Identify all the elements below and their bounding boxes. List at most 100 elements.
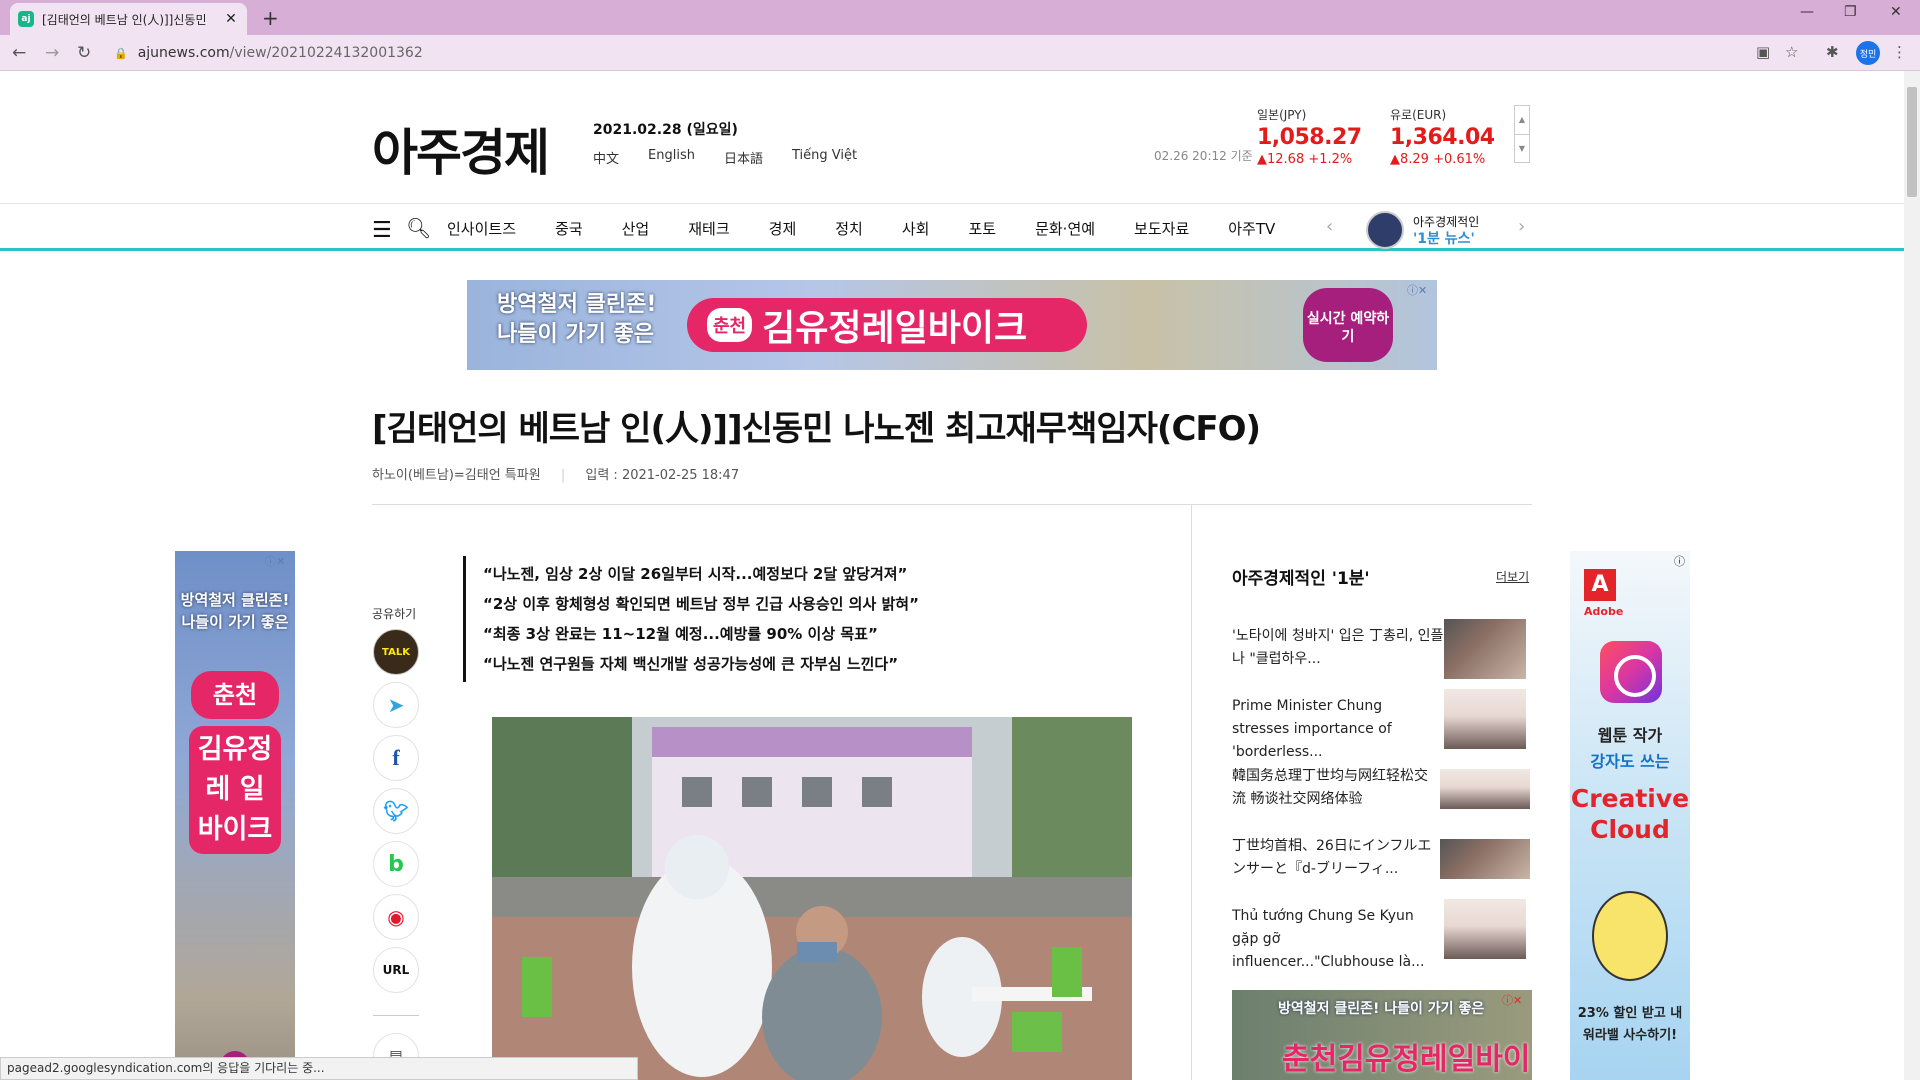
new-tab-icon[interactable]: + xyxy=(262,6,279,30)
facebook-share-icon[interactable]: f xyxy=(373,735,419,781)
sidebar-item[interactable]: Prime Minister Chung stresses importance… xyxy=(1232,695,1432,764)
menu-item-industry[interactable]: 산업 xyxy=(622,218,650,239)
language-links: 中文 English 日本語 Tiếng Việt xyxy=(593,148,857,167)
ad-line2: 나들이 가기 좋은 xyxy=(181,613,289,631)
ad-brand-small: 춘천 xyxy=(191,671,279,719)
browser-tab[interactable]: aj [김태언의 베트남 인(人)]]신동민 ✕ xyxy=(10,3,247,35)
reload-icon[interactable]: ↻ xyxy=(77,43,91,63)
close-tab-icon[interactable]: ✕ xyxy=(223,11,239,27)
fx-jpy: 일본(JPY) 1,058.27 ▲12.68 +1.2% xyxy=(1257,106,1362,167)
ad-brand: Adobe xyxy=(1584,605,1624,618)
sidebar-item-thumbnail[interactable] xyxy=(1440,839,1530,879)
menu-item-finance[interactable]: 재테크 xyxy=(688,218,729,239)
sidebar-item[interactable]: 韓国务总理丁世均与网红轻松交流 畅谈社交网络体验 xyxy=(1232,765,1432,811)
ad-copy: 웹툰 작가 강자도 쓰는 xyxy=(1570,723,1690,775)
ad-line2: 강자도 쓰는 xyxy=(1590,752,1670,771)
lang-link-japanese[interactable]: 日本語 xyxy=(724,148,763,167)
hamburger-menu-icon[interactable]: ☰ xyxy=(372,218,392,243)
sidebar-item-thumbnail[interactable] xyxy=(1444,619,1526,679)
vertical-scrollbar[interactable] xyxy=(1904,71,1920,1080)
sidebar-item[interactable]: 丁世均首相、26日にインフルエンサーと『d-ブリーフィ... xyxy=(1232,835,1432,881)
lang-link-english[interactable]: English xyxy=(648,148,695,167)
lang-link-chinese[interactable]: 中文 xyxy=(593,148,619,167)
profile-avatar[interactable]: 정민 xyxy=(1856,41,1880,65)
lang-link-vietnamese[interactable]: Tiếng Việt xyxy=(792,148,857,167)
menu-item-photo[interactable]: 포토 xyxy=(968,218,996,239)
creative-cloud-icon xyxy=(1600,641,1662,703)
author: 하노이(베트남)=김태언 특파원 xyxy=(372,468,541,483)
ajunews-favicon-icon: aj xyxy=(18,11,34,27)
search-icon[interactable]: 🔍︎ xyxy=(406,216,431,240)
url-copy-button[interactable]: URL xyxy=(373,947,419,993)
summary-line: “나노젠, 임상 2상 이달 26일부터 시작...예정보다 2달 앞당겨져” xyxy=(483,565,908,583)
telegram-share-icon[interactable]: ➤ xyxy=(373,682,419,728)
ad-choices-icon[interactable]: ⓘ✕ xyxy=(1407,282,1427,298)
ad-cta-button[interactable]: 실시간 예약하기 xyxy=(1303,288,1393,362)
fx-value: 1,058.27 xyxy=(1257,125,1362,150)
summary-line: “나노젠 연구원들 자체 백신개발 성공가능성에 큰 자부심 느낀다” xyxy=(483,655,899,673)
sidebar-banner-ad[interactable]: 방역철저 클린존! 나들이 가기 좋은 춘천김유정레일바이크 ⓘ✕ xyxy=(1232,990,1532,1080)
scrollbar-thumb[interactable] xyxy=(1907,87,1917,197)
ad-brand: 춘천 김유정레일바이크 xyxy=(687,298,1087,352)
minimize-icon[interactable]: — xyxy=(1800,4,1814,20)
fx-scroller: ▲ ▼ xyxy=(1514,105,1530,163)
left-skyscraper-ad[interactable]: ⓘ✕ 방역철저 클린존! 나들이 가기 좋은 춘천 김유정 레 일 바이크 xyxy=(175,551,295,1080)
sidebar-item-thumbnail[interactable] xyxy=(1444,899,1526,959)
ad-line2: 나들이 가기 좋은 xyxy=(497,322,654,347)
fx-change: ▲12.68 +1.2% xyxy=(1257,152,1353,167)
article-summary: “나노젠, 임상 2상 이달 26일부터 시작...예정보다 2달 앞당겨져” … xyxy=(483,559,919,679)
maximize-icon[interactable]: ❐ xyxy=(1844,4,1857,20)
sidebar-item-thumbnail[interactable] xyxy=(1440,769,1530,809)
sidebar-item[interactable]: Thủ tướng Chung Se Kyun gặp gỡ influence… xyxy=(1232,905,1432,974)
menu-item-china[interactable]: 중국 xyxy=(555,218,583,239)
browser-toolbar: ← → ↻ 🔒 ajunews.com /view/20210224132001… xyxy=(0,35,1920,71)
ad-copy: 방역철저 클린존! 나들이 가기 좋은 xyxy=(497,290,656,350)
adobe-logo-icon: A xyxy=(1584,569,1616,601)
ad-brand-name: 김유정 레 일 바이크 xyxy=(189,726,281,854)
menu-item-insights[interactable]: 인사이트즈 xyxy=(447,218,516,239)
chevron-right-icon[interactable]: › xyxy=(1518,216,1525,237)
current-date: 2021.02.28 (일요일) xyxy=(593,122,738,138)
ad-info-icon[interactable]: ⓘ xyxy=(1674,553,1685,569)
fx-label: 유로(EUR) xyxy=(1390,108,1447,122)
divider xyxy=(372,504,1532,505)
ad-choices-icon[interactable]: ⓘ✕ xyxy=(1502,992,1522,1008)
twitter-share-icon[interactable]: 🐦︎ xyxy=(373,788,419,834)
testing-site-image xyxy=(492,717,1132,1080)
menu-item-society[interactable]: 사회 xyxy=(902,218,930,239)
weibo-share-icon[interactable]: ◉ xyxy=(373,894,419,940)
kakaotalk-share-icon[interactable]: TALK xyxy=(373,629,419,675)
browser-menu-icon[interactable]: ⋮ xyxy=(1892,43,1907,61)
quote-bar xyxy=(463,556,466,682)
bookmark-star-icon[interactable]: ☆ xyxy=(1785,43,1798,61)
sidebar-item-thumbnail[interactable] xyxy=(1444,689,1526,749)
cast-icon[interactable]: ▣ xyxy=(1756,43,1770,61)
minute-news-title[interactable]: '1분 뉴스' xyxy=(1413,228,1475,248)
back-icon[interactable]: ← xyxy=(12,43,26,63)
menu-item-politics[interactable]: 정치 xyxy=(835,218,863,239)
menu-item-ajutv[interactable]: 아주TV xyxy=(1228,218,1275,239)
mascot-illustration xyxy=(1592,891,1668,981)
sidebar-more-link[interactable]: 더보기 xyxy=(1496,568,1529,585)
address-bar[interactable]: 🔒 ajunews.com /view/20210224132001362 xyxy=(108,39,1794,67)
ad-brand-small: 춘천 xyxy=(707,308,753,342)
minute-news-thumbnail[interactable] xyxy=(1366,211,1404,249)
fx-up-icon[interactable]: ▲ xyxy=(1515,106,1529,134)
band-share-icon[interactable]: b xyxy=(373,841,419,887)
extensions-puzzle-icon[interactable]: ✱ xyxy=(1826,43,1839,61)
byline-divider: | xyxy=(560,468,566,483)
chevron-left-icon[interactable]: ‹ xyxy=(1326,216,1333,237)
menu-item-press[interactable]: 보도자료 xyxy=(1134,218,1189,239)
ad-choices-icon[interactable]: ⓘ✕ xyxy=(265,553,285,569)
url-path: /view/20210224132001362 xyxy=(229,45,423,61)
menu-item-economy[interactable]: 경제 xyxy=(769,218,797,239)
close-window-icon[interactable]: ✕ xyxy=(1890,4,1902,20)
top-banner-ad[interactable]: 방역철저 클린존! 나들이 가기 좋은 춘천 김유정레일바이크 실시간 예약하기… xyxy=(467,280,1437,370)
site-logo[interactable]: 아주경제 xyxy=(372,113,550,185)
forward-icon[interactable]: → xyxy=(45,43,59,63)
right-skyscraper-ad[interactable]: ⓘ A Adobe 웹툰 작가 강자도 쓰는 Creative Cloud 23… xyxy=(1570,551,1690,1080)
menu-item-culture[interactable]: 문화·연예 xyxy=(1035,218,1095,239)
fx-value: 1,364.04 xyxy=(1390,125,1495,150)
published-date: 입력 : 2021-02-25 18:47 xyxy=(585,468,740,483)
fx-down-icon[interactable]: ▼ xyxy=(1515,134,1529,162)
